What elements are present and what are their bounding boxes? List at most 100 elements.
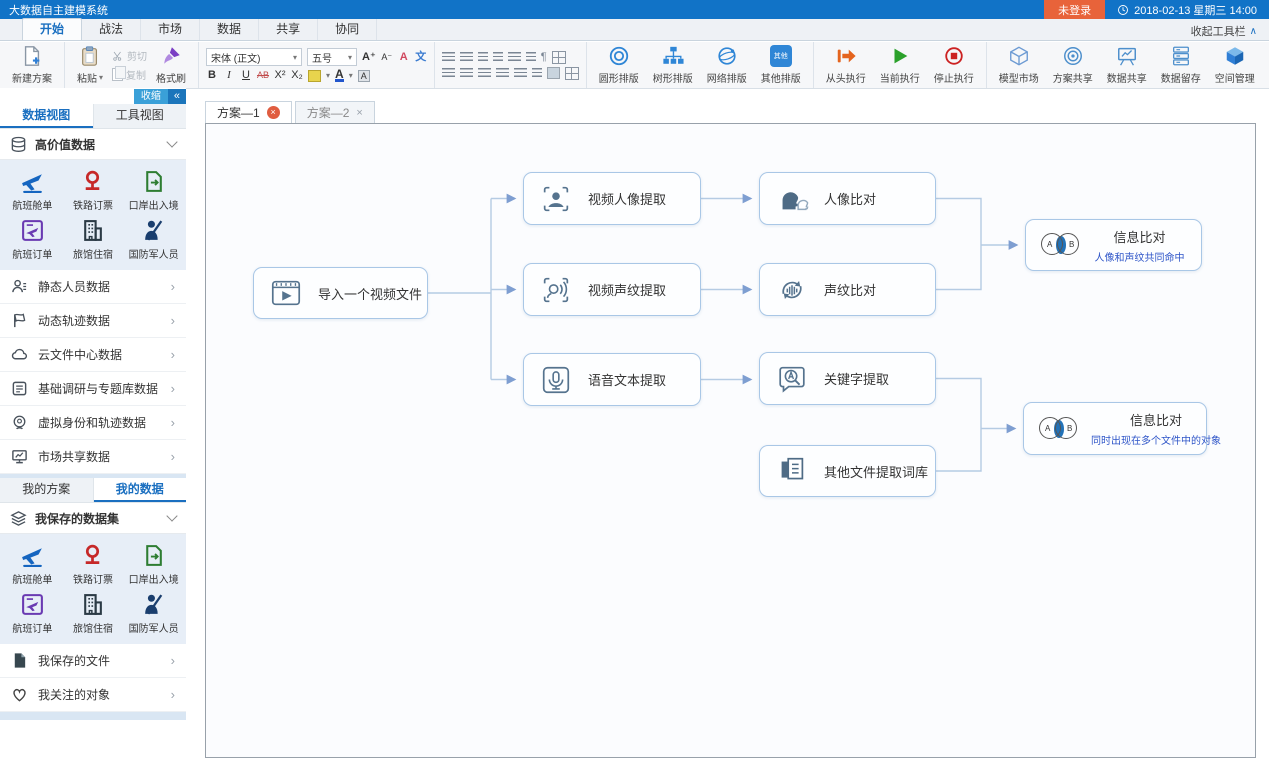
tree-layout-button[interactable]: 树形排版 bbox=[648, 44, 698, 86]
dataset-port-entry-exit[interactable]: 口岸出入境 bbox=[123, 165, 184, 214]
paste-button[interactable]: 粘贴▾ bbox=[72, 44, 108, 86]
numbered-list-button[interactable] bbox=[460, 52, 473, 63]
node-video-voiceprint-extract[interactable]: 视频声纹提取 bbox=[523, 263, 701, 316]
flow-canvas[interactable]: 导入一个视频文件 视频人像提取 视频声纹提取 语音文本提取 人像比对 声纹比对 … bbox=[205, 123, 1256, 758]
collapse-toolbar-button[interactable]: 收起工具栏 ∧ bbox=[1191, 23, 1257, 39]
tab-data[interactable]: 数据 bbox=[200, 19, 259, 40]
sidebar-item-static-personnel[interactable]: 静态人员数据 › bbox=[0, 270, 186, 304]
justify-button[interactable] bbox=[496, 68, 509, 79]
highlight-color-button[interactable] bbox=[308, 70, 321, 82]
bold-button[interactable]: B bbox=[206, 69, 218, 82]
close-tab-icon[interactable]: × bbox=[356, 107, 362, 119]
other-layout-button[interactable]: 其他 其他排版 bbox=[756, 44, 806, 86]
high-value-data-section[interactable]: 高价值数据 bbox=[0, 129, 186, 160]
tab-tactics[interactable]: 战法 bbox=[82, 19, 141, 40]
dataset-port-entry-exit[interactable]: 口岸出入境 bbox=[123, 539, 184, 588]
copy-button[interactable]: 复制 bbox=[112, 67, 147, 82]
sidebar-item-my-followed-objects[interactable]: 我关注的对象 › bbox=[0, 678, 186, 712]
dataset-flight-order[interactable]: 航班订单 bbox=[2, 214, 63, 263]
tab-collaborate[interactable]: 协同 bbox=[318, 19, 377, 40]
line-spacing-button[interactable] bbox=[532, 68, 542, 79]
decrease-indent-button[interactable] bbox=[478, 52, 488, 63]
dataset-hotel-lodging[interactable]: 旅馆住宿 bbox=[63, 588, 124, 637]
node-info-compare-1[interactable]: A B 信息比对 人像和声纹共同命中 bbox=[1025, 219, 1202, 271]
sort-button[interactable] bbox=[526, 52, 536, 63]
space-management-button[interactable]: 空间管理 bbox=[1210, 44, 1260, 86]
dataset-flight-manifest[interactable]: 航班舱单 bbox=[2, 165, 63, 214]
plan-share-button[interactable]: 方案共享 bbox=[1048, 44, 1098, 86]
sidebar-item-cloud-file-center[interactable]: 云文件中心数据 › bbox=[0, 338, 186, 372]
tab-start[interactable]: 开始 bbox=[22, 18, 82, 40]
dataset-railway-ticket[interactable]: 铁路订票 bbox=[63, 165, 124, 214]
my-saved-datasets-section[interactable]: 我保存的数据集 bbox=[0, 503, 186, 534]
sidebar-item-dynamic-trajectory[interactable]: 动态轨迹数据 › bbox=[0, 304, 186, 338]
dataset-military-personnel[interactable]: 国防军人员 bbox=[123, 214, 184, 263]
tab-my-plans[interactable]: 我的方案 bbox=[0, 478, 94, 502]
railway-icon bbox=[80, 169, 105, 194]
increase-indent-button[interactable] bbox=[493, 52, 503, 63]
distribute-button[interactable] bbox=[514, 68, 527, 79]
sidebar-item-research-library[interactable]: 基础调研与专题库数据 › bbox=[0, 372, 186, 406]
tab-tool-view[interactable]: 工具视图 bbox=[94, 104, 187, 128]
new-plan-button[interactable]: 新建方案 bbox=[7, 44, 57, 86]
network-layout-button[interactable]: 网络排版 bbox=[702, 44, 752, 86]
shading-button[interactable] bbox=[547, 67, 560, 79]
underline-button[interactable]: U bbox=[240, 69, 252, 82]
tab-share[interactable]: 共享 bbox=[259, 19, 318, 40]
change-case-button[interactable]: 文 bbox=[415, 51, 427, 64]
clear-format-button[interactable]: A bbox=[398, 51, 410, 64]
node-voiceprint-compare[interactable]: 声纹比对 bbox=[759, 263, 936, 316]
tab-data-view[interactable]: 数据视图 bbox=[0, 104, 94, 128]
grow-font-button[interactable]: A⁺ bbox=[362, 51, 376, 64]
circle-layout-button[interactable]: 圆形排版 bbox=[594, 44, 644, 86]
sidebar-item-virtual-identity[interactable]: 虚拟身份和轨迹数据 › bbox=[0, 406, 186, 440]
dataset-railway-ticket[interactable]: 铁路订票 bbox=[63, 539, 124, 588]
bullet-list-button[interactable] bbox=[442, 52, 455, 63]
dataset-flight-manifest[interactable]: 航班舱单 bbox=[2, 539, 63, 588]
data-retention-button[interactable]: 数据留存 bbox=[1156, 44, 1206, 86]
login-status-badge[interactable]: 未登录 bbox=[1044, 0, 1105, 19]
pilcrow-button[interactable]: ¶ bbox=[541, 51, 547, 63]
run-current-button[interactable]: 当前执行 bbox=[875, 44, 925, 86]
sidebar-item-market-shared-data[interactable]: 市场共享数据 › bbox=[0, 440, 186, 474]
doc-tab-plan-1[interactable]: 方案—1 × bbox=[205, 101, 292, 124]
data-share-button[interactable]: 数据共享 bbox=[1102, 44, 1152, 86]
char-shading-button[interactable]: A bbox=[358, 70, 370, 82]
borders-button[interactable] bbox=[565, 67, 579, 80]
node-face-compare[interactable]: 人像比对 bbox=[759, 172, 936, 225]
table-button[interactable] bbox=[552, 51, 566, 64]
node-keyword-extract[interactable]: 关键字提取 bbox=[759, 352, 936, 405]
close-tab-icon[interactable]: × bbox=[267, 106, 280, 119]
italic-button[interactable]: I bbox=[223, 69, 235, 82]
font-color-button[interactable]: A bbox=[335, 69, 344, 82]
node-other-files-lexicon[interactable]: 其他文件提取词库 bbox=[759, 445, 936, 497]
node-video-face-extract[interactable]: 视频人像提取 bbox=[523, 172, 701, 225]
dataset-flight-order[interactable]: 航班订单 bbox=[2, 588, 63, 637]
font-size-select[interactable]: 五号 ▾ bbox=[307, 48, 357, 66]
cut-button[interactable]: 剪切 bbox=[112, 48, 147, 63]
node-speech-text-extract[interactable]: 语音文本提取 bbox=[523, 353, 701, 406]
dataset-military-personnel[interactable]: 国防军人员 bbox=[123, 588, 184, 637]
format-painter-button[interactable]: 格式刷 bbox=[151, 44, 191, 86]
run-from-start-button[interactable]: 从头执行 bbox=[821, 44, 871, 86]
stop-run-button[interactable]: 停止执行 bbox=[929, 44, 979, 86]
tab-market[interactable]: 市场 bbox=[141, 19, 200, 40]
char-scale-button[interactable] bbox=[508, 52, 521, 63]
superscript-button[interactable]: X² bbox=[274, 69, 286, 82]
tab-my-data[interactable]: 我的数据 bbox=[94, 478, 187, 502]
align-right-button[interactable] bbox=[478, 68, 491, 79]
dataset-hotel-lodging[interactable]: 旅馆住宿 bbox=[63, 214, 124, 263]
sidebar-item-my-saved-files[interactable]: 我保存的文件 › bbox=[0, 644, 186, 678]
align-center-button[interactable] bbox=[460, 68, 473, 79]
font-family-select[interactable]: 宋体 (正文) ▾ bbox=[206, 48, 302, 66]
shrink-font-button[interactable]: A⁻ bbox=[381, 51, 393, 64]
doc-tab-plan-2[interactable]: 方案—2 × bbox=[295, 101, 375, 124]
sidebar-collapse-button[interactable]: 收缩 « bbox=[134, 89, 186, 104]
align-left-button[interactable] bbox=[442, 68, 455, 79]
node-import-video[interactable]: 导入一个视频文件 bbox=[253, 267, 428, 319]
tree-layout-icon bbox=[662, 45, 684, 67]
subscript-button[interactable]: X₂ bbox=[291, 69, 303, 82]
strikethrough-button[interactable]: AB bbox=[257, 69, 269, 82]
node-info-compare-2[interactable]: A B 信息比对 同时出现在多个文件中的对象 bbox=[1023, 402, 1207, 455]
model-market-button[interactable]: 模型市场 bbox=[994, 44, 1044, 86]
